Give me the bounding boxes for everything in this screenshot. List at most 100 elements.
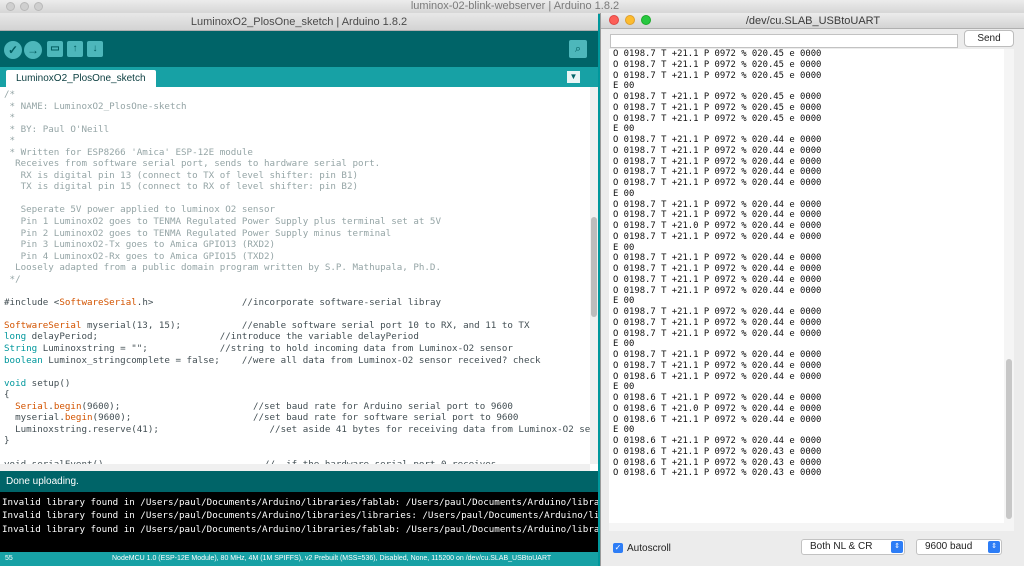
- serial-line: O 0198.7 T +21.1 P 0972 % 020.44 e 0000: [613, 350, 822, 360]
- serial-line: O 0198.7 T +21.0 P 0972 % 020.44 e 0000: [613, 221, 822, 231]
- code-line[interactable]: *: [4, 135, 586, 147]
- code-line[interactable]: Pin 2 LuminoxO2 goes to TENMA Regulated …: [4, 228, 586, 240]
- code-line[interactable]: Pin 3 LuminoxO2-Tx goes to Amica GPIO13 …: [4, 239, 586, 251]
- code-line[interactable]: [4, 193, 586, 205]
- code-line[interactable]: {: [4, 389, 586, 401]
- board-status-bar: 55 NodeMCU 1.0 (ESP-12E Module), 80 MHz,…: [0, 552, 598, 566]
- code-token: SoftwareSerial: [4, 319, 82, 331]
- serial-line: O 0198.7 T +21.1 P 0972 % 020.45 e 0000: [613, 92, 822, 102]
- code-line[interactable]: Seperate 5V power applied to luminox O2 …: [4, 204, 586, 216]
- bg-zoom-icon[interactable]: [34, 2, 43, 11]
- serial-line: O 0198.6 T +21.1 P 0972 % 020.44 e 0000: [613, 371, 822, 382]
- zoom-icon[interactable]: [641, 15, 651, 25]
- code-line[interactable]: * BY: Paul O'Neill: [4, 124, 586, 136]
- serial-line: E 00: [613, 339, 635, 350]
- code-token: Loosely adapted from a public domain pro…: [4, 262, 441, 274]
- code-line[interactable]: }: [4, 435, 586, 447]
- code-line[interactable]: * NAME: LuminoxO2_PlosOne-sketch: [4, 101, 586, 113]
- baud-rate-select[interactable]: 9600 baud ⇕: [916, 539, 1002, 555]
- code-line[interactable]: *: [4, 112, 586, 124]
- code-line[interactable]: [4, 366, 586, 378]
- code-line[interactable]: void setup(): [4, 378, 586, 390]
- status-bar: Done uploading.: [0, 471, 598, 492]
- code-line[interactable]: String Luminoxstring = ""; //string to h…: [4, 343, 586, 355]
- close-icon[interactable]: [609, 15, 619, 25]
- code-token: #include <: [4, 296, 60, 308]
- code-editor[interactable]: /* * NAME: LuminoxO2_PlosOne-sketch * * …: [0, 87, 590, 464]
- code-line[interactable]: [4, 285, 586, 297]
- save-button[interactable]: ↓: [87, 41, 103, 57]
- code-token: {: [4, 389, 10, 401]
- code-line[interactable]: SoftwareSerial myserial(13, 15); //enabl…: [4, 320, 586, 332]
- serial-line: E 00: [613, 124, 635, 135]
- serial-scroll-thumb[interactable]: [1006, 359, 1012, 519]
- serial-line: O 0198.7 T +21.1 P 0972 % 020.44 e 0000: [613, 178, 822, 188]
- code-line[interactable]: * Written for ESP8266 'Amica' ESP-12E mo…: [4, 147, 586, 159]
- updown-chevron-icon: ⇕: [988, 541, 1000, 553]
- code-line[interactable]: boolean Luminox_stringcomplete = false; …: [4, 355, 586, 367]
- code-token: /*: [4, 89, 16, 100]
- code-token: begin: [64, 412, 93, 424]
- code-token: Luminoxstring = ""; //string to hold inc…: [37, 343, 513, 355]
- code-line[interactable]: Luminoxstring.reserve(41); //set aside 4…: [4, 424, 590, 436]
- code-line[interactable]: long delayPeriod; //introduce the variab…: [4, 331, 586, 343]
- code-line[interactable]: RX is digital pin 13 (connect to TX of l…: [4, 170, 586, 182]
- check-icon: ✓: [7, 43, 19, 57]
- send-button[interactable]: Send: [964, 30, 1014, 47]
- new-button[interactable]: ▭: [47, 41, 63, 57]
- serial-monitor-button[interactable]: ⌕: [569, 40, 587, 58]
- bg-minimize-icon[interactable]: [20, 2, 29, 11]
- code-line[interactable]: */: [4, 274, 586, 286]
- code-token: Receives from software serial port, send…: [4, 158, 381, 170]
- code-token: RX is digital pin 13 (connect to TX of l…: [4, 169, 359, 181]
- serial-titlebar: /dev/cu.SLAB_USBtoUART: [601, 13, 1024, 29]
- code-line[interactable]: Loosely adapted from a public domain pro…: [4, 262, 586, 274]
- line-ending-select[interactable]: Both NL & CR ⇕: [801, 539, 905, 555]
- checkbox-check-icon[interactable]: ✓: [613, 543, 623, 554]
- ide-tabbar: LuminoxO2_PlosOne_sketch ▼: [0, 67, 598, 87]
- code-line[interactable]: myserial.begin(9600); //set baud rate fo…: [4, 412, 586, 424]
- open-icon: ↑: [72, 43, 78, 54]
- serial-line: E 00: [613, 188, 635, 199]
- bg-close-icon[interactable]: [6, 2, 15, 11]
- serial-input[interactable]: [610, 34, 958, 48]
- editor-hscrollbar[interactable]: [0, 464, 590, 471]
- bg-window-title: luminox-02-blink-webserver | Arduino 1.8…: [410, 0, 620, 12]
- serial-line: E 00: [613, 382, 635, 393]
- serial-line: O 0198.7 T +21.1 P 0972 % 020.44 e 0000: [613, 285, 822, 296]
- upload-button[interactable]: →: [24, 41, 42, 59]
- code-token: Pin 3 LuminoxO2-Tx goes to Amica GPIO13 …: [4, 239, 276, 251]
- code-line[interactable]: [4, 308, 586, 320]
- code-token: Luminox_stringcomplete = false; //were a…: [42, 354, 541, 366]
- code-line[interactable]: Receives from software serial port, send…: [4, 158, 586, 170]
- tab-menu-button[interactable]: ▼: [567, 71, 580, 83]
- serial-line: O 0198.7 T +21.1 P 0972 % 020.45 e 0000: [613, 102, 822, 113]
- serial-hscrollbar[interactable]: [609, 523, 1014, 531]
- code-line[interactable]: TX is digital pin 15 (connect to RX of l…: [4, 181, 586, 193]
- code-token: Pin 1 LuminoxO2 goes to TENMA Regulated …: [4, 216, 441, 228]
- serial-scrollbar[interactable]: [1004, 49, 1014, 523]
- code-line[interactable]: [4, 447, 586, 459]
- code-line[interactable]: Pin 1 LuminoxO2 goes to TENMA Regulated …: [4, 216, 586, 228]
- code-line[interactable]: Serial.begin(9600); //set baud rate for …: [4, 401, 586, 413]
- serial-line: O 0198.7 T +21.1 P 0972 % 020.44 e 0000: [613, 317, 822, 328]
- code-line[interactable]: Pin 4 LuminoxO2-Rx goes to Amica GPIO15 …: [4, 251, 586, 263]
- console-line: Invalid library found in /Users/paul/Doc…: [2, 510, 598, 522]
- code-line[interactable]: /*: [4, 89, 586, 101]
- code-line[interactable]: #include <SoftwareSerial.h> //incorporat…: [4, 297, 586, 309]
- code-token: Seperate 5V power applied to luminox O2 …: [4, 204, 276, 216]
- open-button[interactable]: ↑: [67, 41, 83, 57]
- serial-line: O 0198.7 T +21.1 P 0972 % 020.44 e 0000: [613, 264, 822, 274]
- tab-sketch[interactable]: LuminoxO2_PlosOne_sketch: [6, 70, 156, 87]
- serial-line: O 0198.7 T +21.1 P 0972 % 020.44 e 0000: [613, 274, 822, 285]
- autoscroll-checkbox[interactable]: ✓ Autoscroll: [613, 543, 671, 554]
- editor-scroll-thumb[interactable]: [591, 217, 597, 317]
- code-token: setup(): [26, 377, 71, 389]
- serial-title: /dev/cu.SLAB_USBtoUART: [745, 15, 881, 27]
- ide-titlebar: LuminoxO2_PlosOne_sketch | Arduino 1.8.2: [0, 13, 598, 31]
- minimize-icon[interactable]: [625, 15, 635, 25]
- verify-button[interactable]: ✓: [4, 41, 22, 59]
- editor-scrollbar[interactable]: [590, 87, 598, 464]
- serial-line: O 0198.6 T +21.1 P 0972 % 020.43 e 0000: [613, 457, 822, 468]
